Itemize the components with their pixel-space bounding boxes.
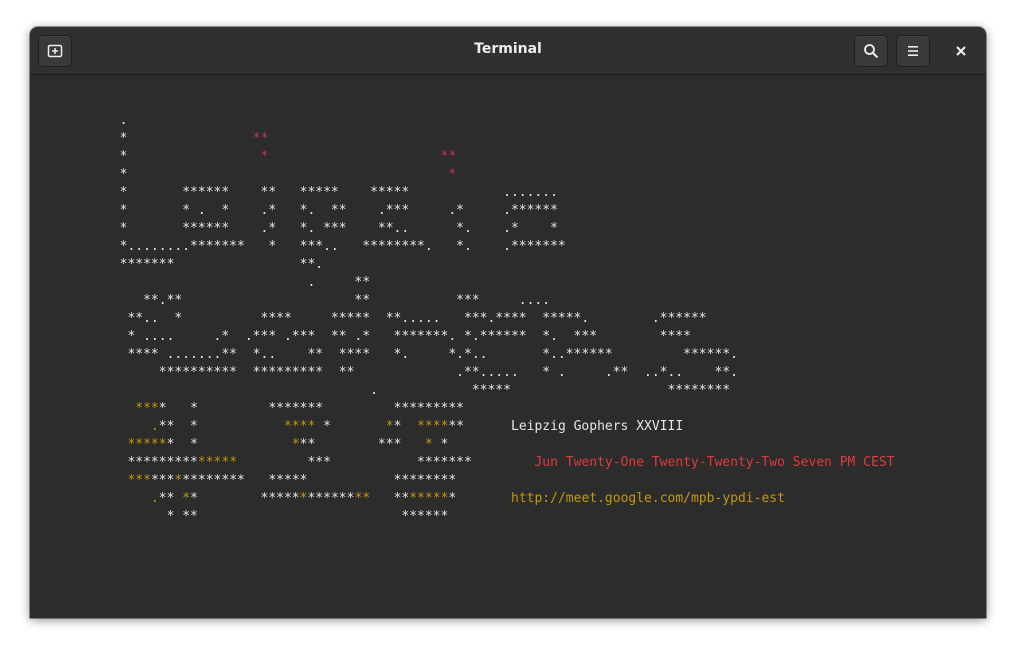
terminal-text: *: [424, 437, 433, 452]
terminal-text: **: [354, 491, 371, 506]
terminal-text: * ****** .* *. *** **.. *. .* *: [57, 221, 558, 236]
terminal-line: * * **: [57, 148, 457, 166]
terminal-text: ******** ***** ********: [182, 473, 457, 488]
terminal-line: .** * **** * ** ****** Leipzig Gophers X…: [57, 418, 683, 436]
terminal-text: * *****: [190, 491, 300, 506]
terminal-line: **.** ** *** ....: [57, 292, 550, 310]
terminal-text: *****: [127, 437, 167, 452]
terminal-text: * ****** ** ***** ***** .......: [57, 185, 558, 200]
terminal-line: . ***** ********: [57, 382, 730, 400]
header-bar: Terminal: [30, 27, 986, 75]
terminal-text: ******: [307, 491, 355, 506]
terminal-text: ** ***: [299, 437, 425, 452]
terminal-line: ****** * *** *** * *: [57, 436, 448, 454]
terminal-line: * **: [57, 130, 269, 148]
terminal-line: ************** *** ******* Jun Twenty-On…: [57, 454, 894, 472]
terminal-line: ********** ********* ** .**..... * . .**…: [57, 364, 738, 382]
terminal-text: * *: [166, 437, 292, 452]
terminal-line: **** .......** *.. ** **** *. *.*.. *..*…: [57, 346, 738, 364]
terminal-text: *: [315, 419, 386, 434]
terminal-text: *: [291, 437, 300, 452]
terminal-text: *: [448, 167, 457, 182]
terminal-text: *: [57, 167, 449, 182]
terminal-text: **: [252, 131, 269, 146]
terminal-text: ***: [150, 473, 175, 488]
terminal-line: .** ** ************** ******** http://me…: [57, 490, 785, 508]
terminal-text: *: [57, 131, 253, 146]
terminal-text: **** .......** *.. ** **** *. *.*.. *..*…: [57, 347, 738, 362]
terminal-text: *: [385, 419, 394, 434]
terminal-text: *********: [57, 455, 198, 470]
terminal-line: . **: [57, 274, 370, 292]
terminal-text: * * ******* *********: [158, 401, 465, 416]
terminal-line: *************** ***** ********: [57, 472, 456, 490]
terminal-line: ******* **.: [57, 256, 324, 274]
terminal-text: * .... .* .*** .*** ** .* *******. *.***…: [57, 329, 691, 344]
window-title: Terminal: [474, 41, 542, 57]
terminal-text: **: [370, 491, 410, 506]
terminal-line: * * . * .* *. ** .*** .* .******: [57, 202, 558, 220]
terminal-text: *****: [197, 455, 238, 470]
terminal-line: * ** ******: [57, 508, 449, 526]
terminal-text: . **: [57, 275, 371, 290]
terminal-text: .: [150, 419, 159, 434]
terminal-line: *........******* * ***.. ********. *. .*…: [57, 238, 566, 256]
terminal-text: *: [182, 491, 191, 506]
terminal-text: **: [158, 491, 183, 506]
terminal-text: *: [448, 491, 511, 506]
terminal-text: **.. * **** ***** **..... ***.**** *****…: [57, 311, 707, 326]
terminal-line: **** * ******* *********: [57, 400, 464, 418]
terminal-text: .: [150, 491, 159, 506]
terminal-text: **.** ** *** ....: [57, 293, 551, 308]
close-button[interactable]: [945, 35, 977, 67]
terminal-text: ********** ********* ** .**..... * . .**…: [57, 365, 738, 380]
menu-button[interactable]: [896, 35, 930, 67]
terminal-text: ** *: [158, 419, 284, 434]
terminal-line: * ****** ** ***** ***** .......: [57, 184, 558, 202]
terminal-text: *** *******: [237, 455, 535, 470]
terminal-window: Terminal . * ** * * ** * * * ****** ** *…: [30, 27, 986, 618]
terminal-text: * * . * .* *. ** .*** .* .******: [57, 203, 558, 218]
terminal-text: *: [57, 149, 261, 164]
terminal-text: * ** ******: [57, 509, 449, 524]
terminal-text: *****: [409, 491, 449, 506]
terminal-line: * *: [57, 166, 457, 184]
terminal-line: * ****** .* *. *** **.. *. .* *: [57, 220, 558, 238]
terminal-text: ****: [417, 419, 449, 434]
terminal-line: .: [57, 112, 128, 130]
terminal-text: ***: [127, 473, 151, 488]
terminal-text: . ***** ********: [57, 383, 731, 398]
terminal-text: *: [393, 419, 418, 434]
terminal-text: Jun Twenty-One Twenty-Twenty-Two Seven P…: [534, 455, 895, 470]
terminal-line: **.. * **** ***** **..... ***.**** *****…: [57, 310, 707, 328]
terminal-text: *........******* * ***.. ********. *. .*…: [57, 239, 566, 254]
terminal-text: **: [440, 149, 457, 164]
terminal-text: http://meet.google.com/mpb-ypdi-est: [511, 491, 785, 506]
terminal-text: ******* **.: [57, 257, 324, 272]
search-button[interactable]: [854, 35, 888, 67]
terminal-content[interactable]: . * ** * * ** * * * ****** ** ***** ****…: [30, 75, 986, 618]
terminal-text: ****: [283, 419, 316, 434]
terminal-text: ***: [135, 401, 159, 416]
terminal-text: .: [57, 113, 128, 128]
terminal-text: *: [432, 437, 449, 452]
terminal-text: ** Leipzig Gophers XXVIII: [448, 419, 684, 434]
terminal-line: * .... .* .*** .*** ** .* *******. *.***…: [57, 328, 691, 346]
